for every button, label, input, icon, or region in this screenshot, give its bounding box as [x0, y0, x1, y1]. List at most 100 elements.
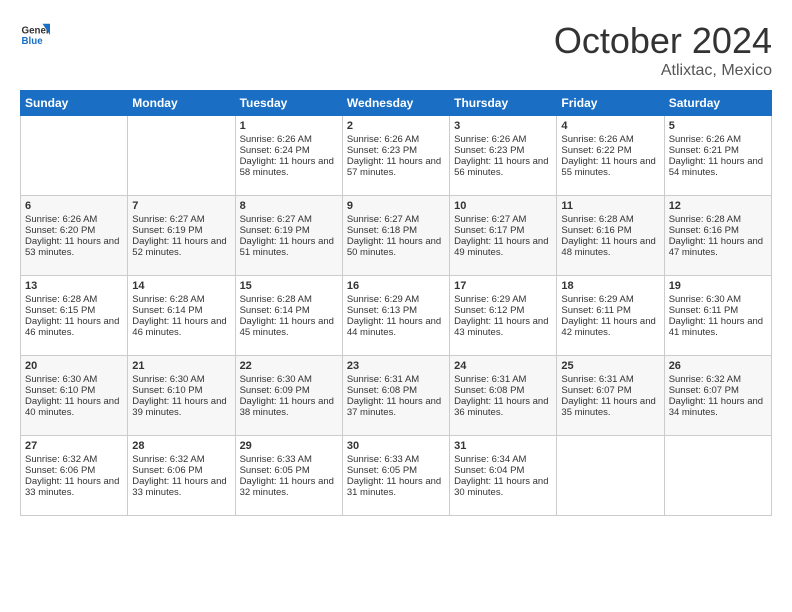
sunrise-text: Sunrise: 6:31 AM	[347, 374, 445, 385]
sunrise-text: Sunrise: 6:29 AM	[454, 294, 552, 305]
daylight-text: Daylight: 11 hours and 40 minutes.	[25, 396, 123, 418]
day-header-sunday: Sunday	[21, 91, 128, 116]
sunrise-text: Sunrise: 6:30 AM	[240, 374, 338, 385]
daylight-text: Daylight: 11 hours and 55 minutes.	[561, 156, 659, 178]
calendar-cell: 8Sunrise: 6:27 AMSunset: 6:19 PMDaylight…	[235, 196, 342, 276]
sunset-text: Sunset: 6:17 PM	[454, 225, 552, 236]
calendar-cell: 28Sunrise: 6:32 AMSunset: 6:06 PMDayligh…	[128, 436, 235, 516]
day-number: 26	[669, 360, 767, 372]
calendar-cell	[21, 116, 128, 196]
sunset-text: Sunset: 6:14 PM	[240, 305, 338, 316]
sunset-text: Sunset: 6:21 PM	[669, 145, 767, 156]
sunrise-text: Sunrise: 6:32 AM	[132, 454, 230, 465]
sunrise-text: Sunrise: 6:26 AM	[240, 134, 338, 145]
calendar-cell	[557, 436, 664, 516]
calendar-cell: 10 Sunrise: 6:27 AMSunset: 6:17 PMDayligh…	[450, 196, 557, 276]
calendar-cell: 23Sunrise: 6:31 AMSunset: 6:08 PMDayligh…	[342, 356, 449, 436]
sunrise-text: Sunrise: 6:33 AM	[240, 454, 338, 465]
calendar-week-5: 27Sunrise: 6:32 AMSunset: 6:06 PMDayligh…	[21, 436, 772, 516]
sunrise-text: Sunrise: 6:26 AM	[347, 134, 445, 145]
day-number: 7	[132, 200, 230, 212]
calendar-cell: 1Sunrise: 6:26 AMSunset: 6:24 PMDaylight…	[235, 116, 342, 196]
sunrise-text: Sunrise: 6:30 AM	[669, 294, 767, 305]
sunset-text: Sunset: 6:16 PM	[669, 225, 767, 236]
day-number: 18	[561, 280, 659, 292]
sunrise-text: Sunrise: 6:30 AM	[132, 374, 230, 385]
sunset-text: Sunset: 6:09 PM	[240, 385, 338, 396]
calendar-cell	[664, 436, 771, 516]
sunrise-text: Sunrise: 6:28 AM	[669, 214, 767, 225]
day-number: 16	[347, 280, 445, 292]
sunrise-text: Sunrise: 6:26 AM	[454, 134, 552, 145]
day-number: 21	[132, 360, 230, 372]
calendar-cell: 29Sunrise: 6:33 AMSunset: 6:05 PMDayligh…	[235, 436, 342, 516]
sunrise-text: Sunrise: 6:28 AM	[240, 294, 338, 305]
calendar-cell: 19Sunrise: 6:30 AMSunset: 6:11 PMDayligh…	[664, 276, 771, 356]
calendar-cell: 30Sunrise: 6:33 AMSunset: 6:05 PMDayligh…	[342, 436, 449, 516]
sunset-text: Sunset: 6:20 PM	[25, 225, 123, 236]
calendar-cell: 20Sunrise: 6:30 AMSunset: 6:10 PMDayligh…	[21, 356, 128, 436]
daylight-text: Daylight: 11 hours and 33 minutes.	[25, 476, 123, 498]
day-number: 28	[132, 440, 230, 452]
sunrise-text: Sunrise: 6:27 AM	[454, 214, 552, 225]
day-number: 2	[347, 120, 445, 132]
daylight-text: Daylight: 11 hours and 30 minutes.	[454, 476, 552, 498]
sunset-text: Sunset: 6:05 PM	[347, 465, 445, 476]
day-number: 14	[132, 280, 230, 292]
daylight-text: Daylight: 11 hours and 43 minutes.	[454, 316, 552, 338]
daylight-text: Daylight: 11 hours and 50 minutes.	[347, 236, 445, 258]
calendar-cell: 5Sunrise: 6:26 AMSunset: 6:21 PMDaylight…	[664, 116, 771, 196]
day-number: 1	[240, 120, 338, 132]
day-number: 23	[347, 360, 445, 372]
sunrise-text: Sunrise: 6:26 AM	[561, 134, 659, 145]
logo: General Blue	[20, 20, 50, 50]
day-number: 5	[669, 120, 767, 132]
sunrise-text: Sunrise: 6:26 AM	[25, 214, 123, 225]
calendar-week-2: 6Sunrise: 6:26 AMSunset: 6:20 PMDaylight…	[21, 196, 772, 276]
sunrise-text: Sunrise: 6:31 AM	[454, 374, 552, 385]
sunset-text: Sunset: 6:08 PM	[454, 385, 552, 396]
sunset-text: Sunset: 6:08 PM	[347, 385, 445, 396]
calendar-cell: 25Sunrise: 6:31 AMSunset: 6:07 PMDayligh…	[557, 356, 664, 436]
sunset-text: Sunset: 6:23 PM	[347, 145, 445, 156]
daylight-text: Daylight: 11 hours and 53 minutes.	[25, 236, 123, 258]
sunset-text: Sunset: 6:15 PM	[25, 305, 123, 316]
day-number: 11	[561, 200, 659, 212]
day-number: 6	[25, 200, 123, 212]
day-header-thursday: Thursday	[450, 91, 557, 116]
sunrise-text: Sunrise: 6:27 AM	[240, 214, 338, 225]
daylight-text: Daylight: 11 hours and 31 minutes.	[347, 476, 445, 498]
calendar-cell	[128, 116, 235, 196]
calendar-cell: 21Sunrise: 6:30 AMSunset: 6:10 PMDayligh…	[128, 356, 235, 436]
sunrise-text: Sunrise: 6:28 AM	[25, 294, 123, 305]
location: Atlixtac, Mexico	[554, 62, 772, 80]
sunset-text: Sunset: 6:04 PM	[454, 465, 552, 476]
daylight-text: Daylight: 11 hours and 58 minutes.	[240, 156, 338, 178]
calendar-cell: 17Sunrise: 6:29 AMSunset: 6:12 PMDayligh…	[450, 276, 557, 356]
calendar-cell: 9Sunrise: 6:27 AMSunset: 6:18 PMDaylight…	[342, 196, 449, 276]
daylight-text: Daylight: 11 hours and 51 minutes.	[240, 236, 338, 258]
calendar-cell: 24Sunrise: 6:31 AMSunset: 6:08 PMDayligh…	[450, 356, 557, 436]
page-header: General Blue October 2024 Atlixtac, Mexi…	[20, 20, 772, 80]
day-number: 10	[454, 200, 552, 212]
day-header-saturday: Saturday	[664, 91, 771, 116]
sunset-text: Sunset: 6:07 PM	[669, 385, 767, 396]
day-number: 17	[454, 280, 552, 292]
sunrise-text: Sunrise: 6:29 AM	[347, 294, 445, 305]
calendar-cell: 2 Sunrise: 6:26 AMSunset: 6:23 PMDaylight…	[342, 116, 449, 196]
logo-icon: General Blue	[20, 20, 50, 50]
daylight-text: Daylight: 11 hours and 49 minutes.	[454, 236, 552, 258]
daylight-text: Daylight: 11 hours and 57 minutes.	[347, 156, 445, 178]
sunset-text: Sunset: 6:10 PM	[132, 385, 230, 396]
day-header-tuesday: Tuesday	[235, 91, 342, 116]
sunrise-text: Sunrise: 6:33 AM	[347, 454, 445, 465]
calendar-cell: 26Sunrise: 6:32 AMSunset: 6:07 PMDayligh…	[664, 356, 771, 436]
calendar-cell: 16Sunrise: 6:29 AMSunset: 6:13 PMDayligh…	[342, 276, 449, 356]
sunrise-text: Sunrise: 6:30 AM	[25, 374, 123, 385]
sunset-text: Sunset: 6:23 PM	[454, 145, 552, 156]
day-number: 22	[240, 360, 338, 372]
sunrise-text: Sunrise: 6:32 AM	[669, 374, 767, 385]
daylight-text: Daylight: 11 hours and 44 minutes.	[347, 316, 445, 338]
calendar-cell: 31Sunrise: 6:34 AMSunset: 6:04 PMDayligh…	[450, 436, 557, 516]
sunset-text: Sunset: 6:16 PM	[561, 225, 659, 236]
